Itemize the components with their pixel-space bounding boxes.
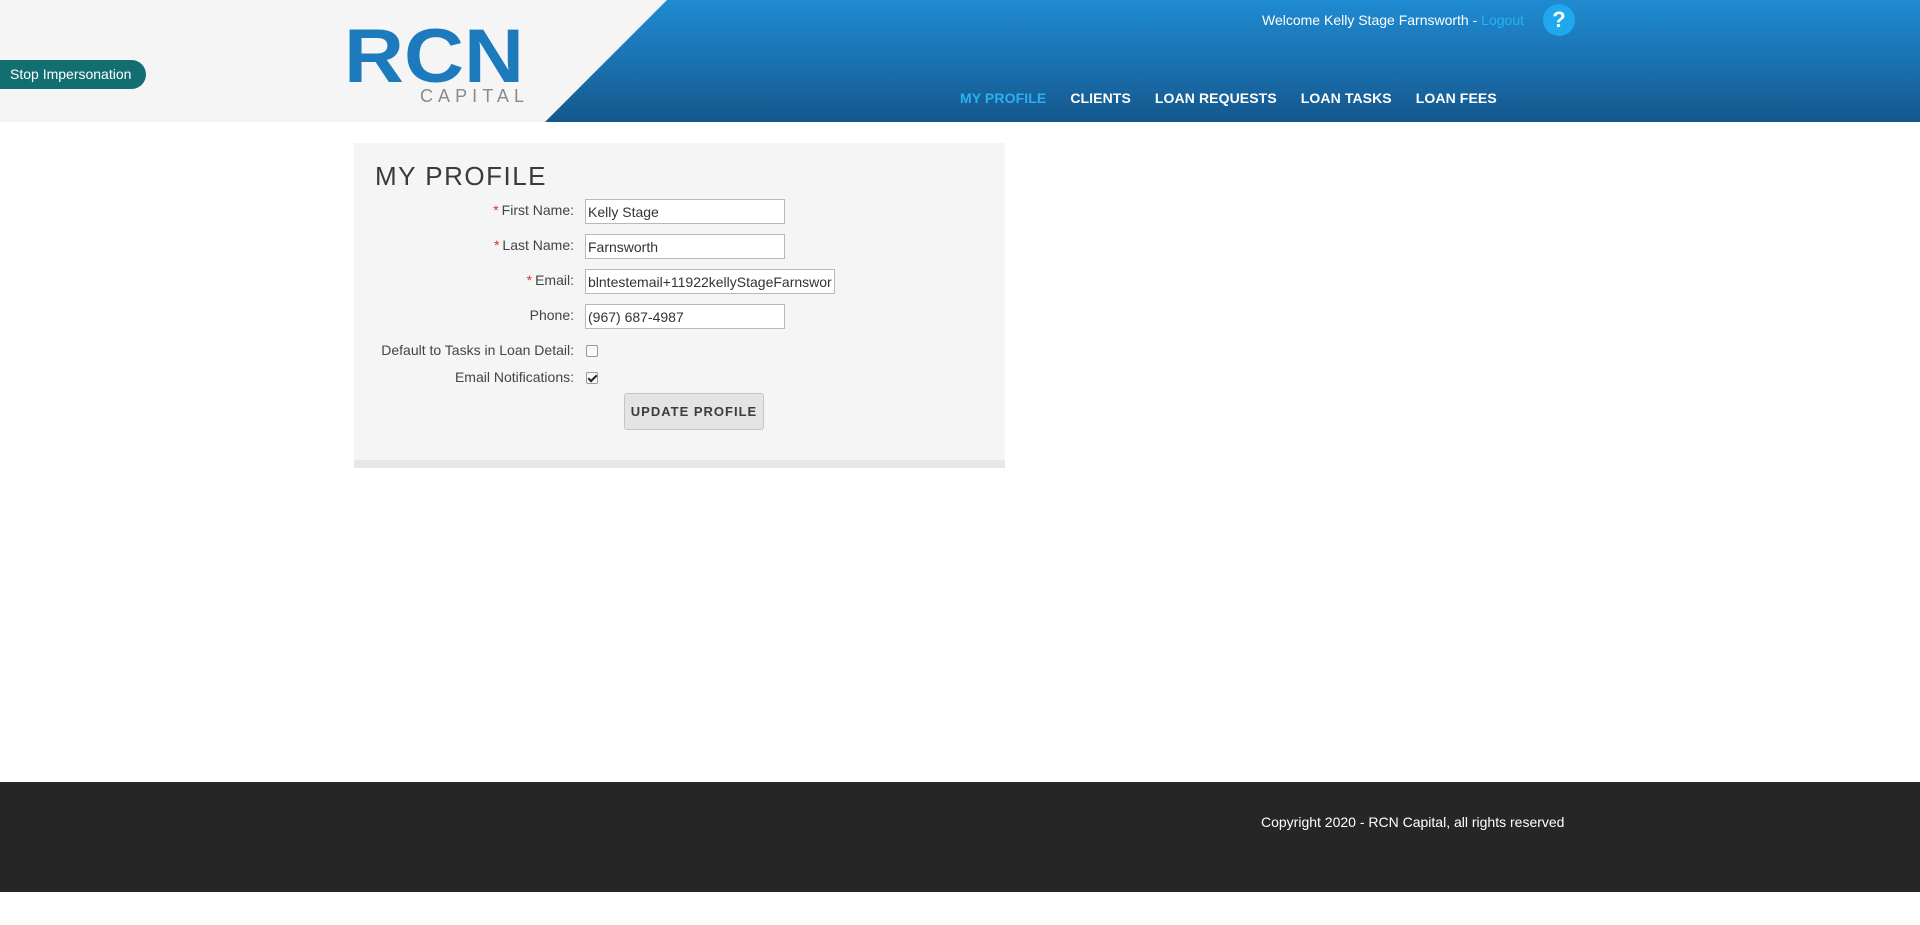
first-name-input[interactable] [585, 199, 785, 224]
required-marker: * [493, 202, 499, 218]
email-notifications-label: Email Notifications: [454, 369, 574, 385]
stop-impersonation-button[interactable]: Stop Impersonation [0, 60, 146, 89]
main-navigation: MY PROFILE CLIENTS LOAN REQUESTS LOAN TA… [948, 90, 1509, 110]
first-name-label: * First Name: [493, 202, 574, 218]
required-marker: * [493, 237, 500, 253]
required-marker: * [526, 272, 533, 288]
last-name-label-text: Last Name: [502, 237, 574, 253]
welcome-separator: - [1468, 12, 1482, 28]
copyright-text: Copyright 2020 - RCN Capital, all rights… [1261, 814, 1565, 830]
nav-clients[interactable]: CLIENTS [1058, 90, 1143, 110]
email-label-text: Email: [535, 272, 574, 288]
nav-my-profile[interactable]: MY PROFILE [948, 90, 1058, 110]
phone-label: Phone: [529, 307, 574, 323]
nav-loan-fees[interactable]: LOAN FEES [1404, 90, 1509, 110]
email-row: * Email: [354, 269, 1005, 295]
email-input[interactable] [585, 269, 835, 294]
email-notifications-row: Email Notifications: [354, 366, 1005, 392]
site-header: Stop Impersonation RCN CAPITAL Welcome K… [0, 0, 1920, 122]
last-name-input[interactable] [585, 234, 785, 259]
nav-loan-requests[interactable]: LOAN REQUESTS [1143, 90, 1289, 110]
phone-row: Phone: [354, 304, 1005, 330]
help-icon[interactable]: ? [1543, 4, 1575, 36]
default-tasks-label: Default to Tasks in Loan Detail: [381, 342, 574, 358]
phone-input[interactable] [585, 304, 785, 329]
first-name-row: * First Name: [354, 199, 1005, 225]
welcome-text: Welcome Kelly Stage Farnsworth [1262, 12, 1469, 28]
welcome-message: Welcome Kelly Stage Farnsworth - Logout [1262, 12, 1524, 28]
logout-link[interactable]: Logout [1481, 12, 1524, 28]
rcn-capital-logo[interactable]: RCN CAPITAL [344, 18, 526, 104]
default-tasks-row: Default to Tasks in Loan Detail: [354, 339, 1005, 365]
nav-loan-tasks[interactable]: LOAN TASKS [1289, 90, 1404, 110]
email-notifications-checkbox[interactable] [586, 372, 598, 384]
email-label: * Email: [527, 272, 574, 288]
page-title: MY PROFILE [375, 161, 548, 191]
last-name-label: * Last Name: [494, 237, 574, 253]
default-tasks-checkbox[interactable] [586, 345, 598, 357]
site-footer: Copyright 2020 - RCN Capital, all rights… [0, 782, 1920, 892]
profile-panel: MY PROFILE *First Name: *Last Name: *Ema… [354, 143, 1005, 468]
update-profile-button[interactable]: UPDATE PROFILE [624, 393, 764, 430]
first-name-label-text: First Name: [501, 202, 574, 218]
last-name-row: * Last Name: [354, 234, 1005, 260]
